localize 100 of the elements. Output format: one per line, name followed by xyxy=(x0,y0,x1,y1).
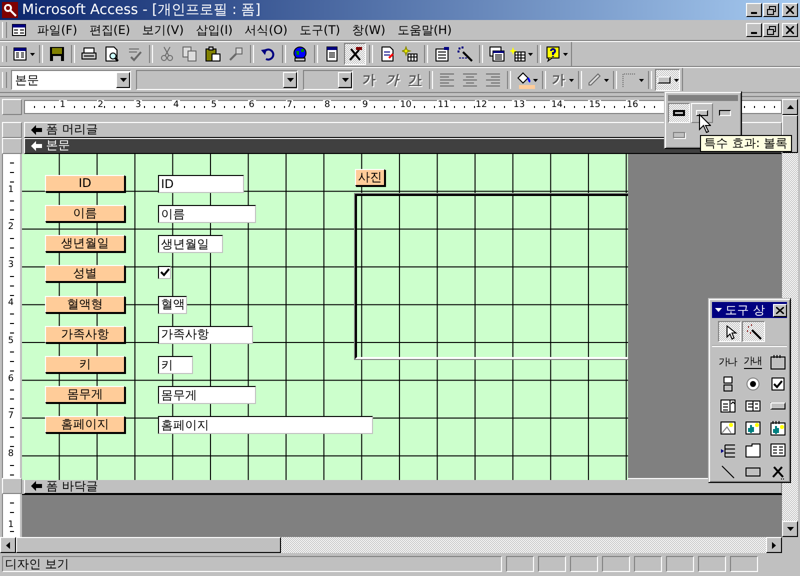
toolbox-tool[interactable] xyxy=(718,321,741,342)
restore-icon xyxy=(766,6,776,14)
page-break-icon xyxy=(720,442,736,458)
restore-button[interactable] xyxy=(763,3,779,17)
mouse-pointer-icon xyxy=(699,114,711,133)
sparkle-icon xyxy=(402,46,418,62)
section-selector[interactable] xyxy=(2,122,22,138)
menu-item[interactable]: 창(W) xyxy=(347,22,390,38)
radio-button-icon xyxy=(744,376,760,392)
toolbox-tool[interactable]: 가내 xyxy=(741,351,764,372)
scroll-right-button[interactable] xyxy=(766,537,782,553)
text-box-control[interactable]: 혈액 xyxy=(158,296,187,314)
align-left-icon xyxy=(439,72,455,88)
toolbox-tool[interactable] xyxy=(742,321,765,342)
up-arrow-icon xyxy=(786,105,794,109)
cactus-picture-icon xyxy=(744,420,760,436)
hammer-wrench-icon xyxy=(770,464,786,480)
text-box-control[interactable]: ID xyxy=(158,174,244,193)
magic-wand-icon xyxy=(746,324,762,340)
spelling-check-icon xyxy=(127,46,143,62)
printer-icon xyxy=(81,46,97,62)
checkmark-icon xyxy=(159,267,170,278)
menu-item[interactable]: 편집(E) xyxy=(84,22,136,38)
label-control[interactable]: 사진 xyxy=(355,168,385,186)
restore-icon xyxy=(766,26,776,34)
close-button[interactable] xyxy=(773,304,787,316)
paintbrush-icon xyxy=(228,46,244,62)
checkbox-icon xyxy=(770,376,786,392)
special-effect-button[interactable] xyxy=(655,69,680,91)
form-document-icon[interactable] xyxy=(12,24,26,36)
text-box-control[interactable]: 가족사항 xyxy=(158,326,253,344)
caret-icon xyxy=(674,78,679,82)
caret-icon xyxy=(563,52,568,56)
align-center-icon xyxy=(462,72,478,88)
subform-icon xyxy=(770,442,786,458)
label-control[interactable]: 혈액형 xyxy=(45,296,125,313)
option-group-icon xyxy=(770,354,786,370)
section-arrow-icon xyxy=(31,481,43,491)
text-box-control[interactable]: 키 xyxy=(158,356,193,374)
image-frame-control[interactable] xyxy=(355,194,628,359)
status-indicator-pane xyxy=(602,556,630,572)
status-indicator-pane xyxy=(634,556,662,572)
label-control[interactable]: 가족사항 xyxy=(45,326,125,343)
text-box-control[interactable]: 이름 xyxy=(158,205,256,224)
menu-item[interactable]: 서식(O) xyxy=(240,22,293,38)
section-arrow-icon xyxy=(31,124,43,135)
toolbar-button[interactable] xyxy=(344,43,366,65)
status-indicator-pane xyxy=(666,556,694,572)
tooltip: 특수 효과: 볼록 xyxy=(700,135,792,152)
label-control[interactable]: ID xyxy=(45,174,125,192)
etched-effect-icon xyxy=(673,132,685,138)
close-button[interactable] xyxy=(782,3,798,17)
caret-icon xyxy=(569,78,574,82)
help-question-icon xyxy=(545,46,561,62)
list-box-icon xyxy=(744,398,760,414)
label-control[interactable]: 이름 xyxy=(45,205,125,222)
text-box-control[interactable]: 몸무게 xyxy=(158,386,256,404)
scroll-down-button[interactable] xyxy=(782,521,798,537)
flat-effect-icon xyxy=(673,110,685,116)
text-box-control[interactable]: 생년월일 xyxy=(158,235,223,254)
landscape-picture-icon xyxy=(720,420,736,436)
toolbox-tool[interactable]: 가나 xyxy=(716,351,739,372)
label-control[interactable]: 키 xyxy=(45,356,125,374)
menu-item[interactable]: 도구(T) xyxy=(294,22,346,38)
section-selector[interactable] xyxy=(2,478,22,494)
checkbox-control[interactable] xyxy=(158,266,171,280)
menu-item[interactable]: 도움말(H) xyxy=(392,22,457,38)
text-box-control[interactable]: 홈페이지 xyxy=(158,416,373,434)
tab-control-icon xyxy=(744,442,760,458)
minimize-button[interactable] xyxy=(746,3,762,17)
close-icon xyxy=(776,306,784,314)
label-control[interactable]: 생년월일 xyxy=(45,235,125,252)
restore-button[interactable] xyxy=(763,23,779,37)
close-icon xyxy=(786,6,794,14)
effect-option[interactable] xyxy=(668,103,690,123)
status-indicator-pane xyxy=(538,556,566,572)
minimize-button[interactable] xyxy=(746,23,762,37)
scroll-left-button[interactable] xyxy=(0,537,16,553)
print-preview-icon xyxy=(104,46,120,62)
menu-item[interactable]: 파일(F) xyxy=(32,22,82,38)
object-select-box[interactable]: 본문 xyxy=(11,70,131,90)
scroll-thumb[interactable] xyxy=(16,537,281,553)
magic-wand-icon xyxy=(457,46,473,62)
caret-icon xyxy=(528,52,533,56)
status-indicator-pane xyxy=(570,556,598,572)
code-page-icon xyxy=(379,46,395,62)
status-text: 디자인 보기 xyxy=(2,556,502,572)
menu-item[interactable]: 삽입(I) xyxy=(190,22,238,38)
close-button[interactable] xyxy=(782,23,798,37)
left-arrow-icon xyxy=(6,542,10,548)
label-control[interactable]: 홈페이지 xyxy=(45,416,125,434)
section-selector[interactable] xyxy=(2,138,22,154)
form-selector[interactable] xyxy=(2,99,22,115)
menu-item[interactable]: 보기(V) xyxy=(137,22,189,38)
close-icon xyxy=(786,26,794,34)
list-page-icon xyxy=(324,46,340,62)
label-control[interactable]: 성별 xyxy=(45,265,125,282)
scroll-up-button[interactable] xyxy=(782,99,798,115)
label-control[interactable]: 몸무게 xyxy=(45,386,125,404)
section-arrow-icon xyxy=(31,140,43,151)
